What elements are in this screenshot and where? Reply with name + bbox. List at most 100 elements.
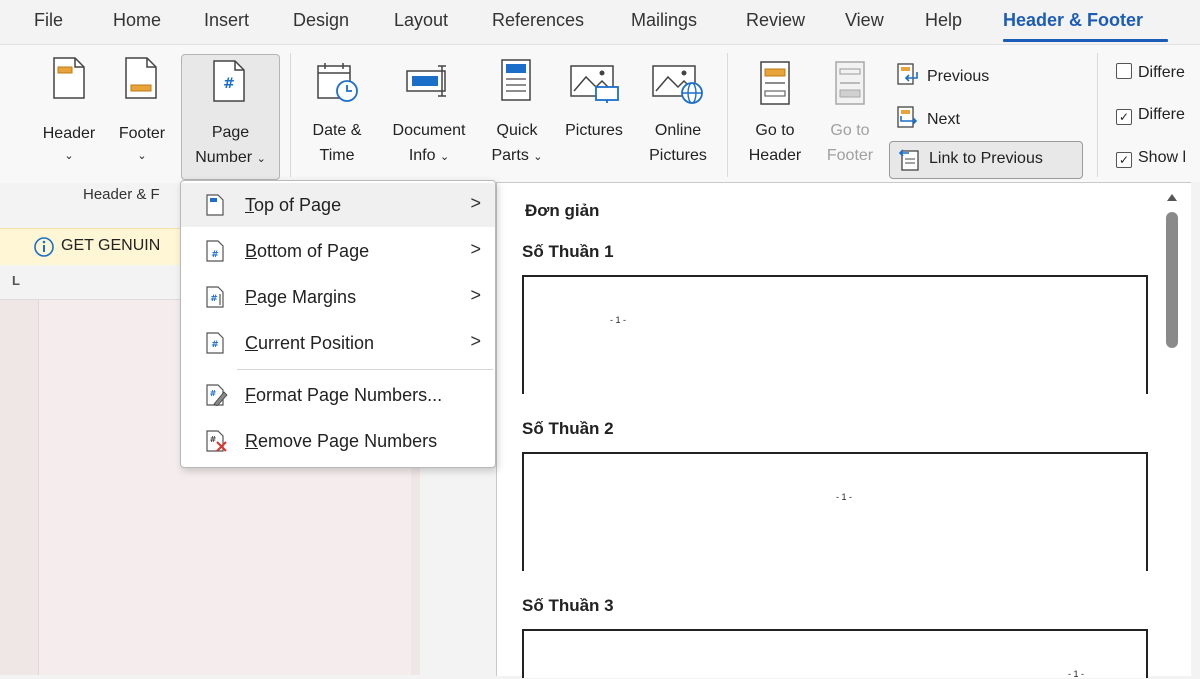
chevron-down-icon: ⌄ [64, 150, 74, 162]
checkbox-label: Differe [1138, 106, 1185, 123]
tab-mailings[interactable]: Mailings [631, 10, 697, 31]
chevron-down-icon: ⌄ [439, 151, 450, 163]
checkbox-label: Differe [1138, 64, 1185, 81]
menu-item-format-page-numbers[interactable]: # Format Page Numbers... [181, 373, 495, 417]
menu-item-label: Page Margins [245, 287, 357, 307]
checkbox-checked-icon: ✓ [1116, 109, 1132, 125]
tab-header-footer[interactable]: Header & Footer [1003, 10, 1143, 31]
gallery-item-title: Số Thuần 2 [522, 419, 614, 438]
next-icon [897, 106, 918, 128]
checkbox-checked-icon: ✓ [1116, 152, 1132, 168]
svg-text:#: # [211, 250, 219, 260]
scroll-up-icon[interactable] [1166, 192, 1178, 202]
quick-parts-button[interactable]: Quick Parts ⌄ [486, 51, 548, 171]
quick-label: Quick [496, 122, 538, 139]
document-info-button[interactable]: Document Info ⌄ [380, 51, 478, 171]
tab-home[interactable]: Home [113, 10, 161, 31]
document-label: Document [392, 122, 466, 139]
gallery-preview-1[interactable]: - 1 - [522, 275, 1148, 394]
goto-footer-label: Footer [826, 147, 874, 164]
next-button[interactable]: Next [897, 106, 960, 129]
menu-bar: File Home Insert Design Layout Reference… [0, 0, 1200, 44]
chevron-down-icon: ⌄ [256, 153, 266, 165]
info-label: Info ⌄ [408, 147, 450, 164]
show-document-text-checkbox[interactable]: ✓ Show l [1116, 149, 1186, 168]
number-label: Number ⌄ [195, 149, 266, 166]
pictures-icon [570, 65, 619, 103]
document-info-icon [406, 65, 446, 97]
checkbox-label: Show l [1138, 149, 1187, 166]
ribbon-separator [290, 53, 291, 177]
gallery-preview-2[interactable]: - 1 - [522, 452, 1148, 571]
page-number-dropdown: Top of Page > # Bottom of Page > # Page … [180, 180, 496, 468]
menu-item-top-of-page[interactable]: Top of Page > [181, 183, 495, 227]
go-to-footer-icon [835, 61, 865, 105]
svg-text:#: # [211, 340, 219, 350]
tab-view[interactable]: View [845, 10, 884, 31]
scrollbar-thumb[interactable] [1166, 212, 1178, 348]
checkbox-unchecked-icon [1116, 63, 1132, 79]
go-to-header-button[interactable]: Go to Header [740, 51, 810, 171]
link-to-previous-button[interactable]: Link to Previous [889, 141, 1083, 179]
footer-icon [125, 57, 157, 99]
gallery-item-title: Số Thuần 3 [522, 596, 614, 615]
online-pictures-button[interactable]: Online Pictures [640, 51, 716, 171]
svg-text:#: # [210, 294, 218, 304]
menu-item-label: Current Position [245, 333, 375, 353]
page-number-sample: - 1 - [836, 492, 853, 502]
page-number-button[interactable]: # Page Number ⌄ [181, 54, 280, 180]
menu-item-current-position[interactable]: # Current Position > [181, 321, 495, 365]
page-number-icon: # [213, 60, 245, 102]
previous-button[interactable]: Previous [897, 63, 989, 86]
tab-file[interactable]: File [34, 10, 63, 31]
remove-page-numbers-icon: # [206, 430, 227, 452]
info-icon [34, 237, 54, 257]
calendar-clock-icon [317, 63, 358, 102]
menu-item-page-margins[interactable]: # Page Margins > [181, 275, 495, 319]
footer-button[interactable]: Footer ⌄ [108, 51, 176, 171]
header-icon [53, 57, 85, 99]
parts-label: Parts ⌄ [491, 147, 543, 164]
goto-label: Go to [830, 122, 870, 139]
goto-label: Go to [755, 122, 795, 139]
tab-references[interactable]: References [492, 10, 584, 31]
right-edge-panel [1191, 182, 1200, 675]
tab-layout[interactable]: Layout [394, 10, 448, 31]
tab-review[interactable]: Review [746, 10, 805, 31]
link-to-previous-label: Link to Previous [929, 150, 1043, 167]
tab-design[interactable]: Design [293, 10, 349, 31]
ruler-tab-marker[interactable]: L [12, 273, 20, 288]
go-to-footer-button[interactable]: Go to Footer [818, 51, 882, 171]
previous-icon [897, 63, 918, 85]
menu-item-bottom-of-page[interactable]: # Bottom of Page > [181, 229, 495, 273]
current-position-icon: # [206, 332, 224, 354]
tab-insert[interactable]: Insert [204, 10, 249, 31]
pictures-button[interactable]: Pictures [556, 51, 632, 171]
svg-text:#: # [210, 389, 217, 398]
time-label: Time [319, 147, 355, 164]
date-label: Date & [312, 122, 362, 139]
date-time-button[interactable]: Date & Time [303, 51, 371, 171]
bottom-of-page-icon: # [206, 240, 224, 262]
chevron-right-icon: > [470, 193, 481, 213]
ribbon-separator [1097, 53, 1098, 177]
menu-item-remove-page-numbers[interactable]: # Remove Page Numbers [181, 419, 495, 463]
menu-item-label: Format Page Numbers... [245, 385, 443, 405]
different-odd-even-checkbox[interactable]: ✓ Differe [1116, 106, 1185, 125]
page-number-sample: - 1 - [1068, 669, 1085, 679]
gallery-preview-3[interactable]: - 1 - [522, 629, 1148, 679]
previous-label: Previous [927, 68, 990, 85]
online-pictures-label: Pictures [649, 147, 707, 164]
header-button[interactable]: Header ⌄ [34, 51, 104, 171]
menu-item-label: Bottom of Page [245, 241, 370, 261]
go-to-header-icon [760, 61, 790, 105]
chevron-right-icon: > [470, 239, 481, 259]
page-label: Page [211, 124, 250, 141]
svg-text:#: # [223, 76, 235, 92]
tab-help[interactable]: Help [925, 10, 962, 31]
link-icon [898, 149, 919, 171]
chevron-down-icon: ⌄ [137, 150, 147, 162]
pictures-label: Pictures [565, 122, 623, 139]
top-of-page-icon [206, 194, 224, 216]
different-first-page-checkbox[interactable]: Differe [1116, 63, 1185, 82]
